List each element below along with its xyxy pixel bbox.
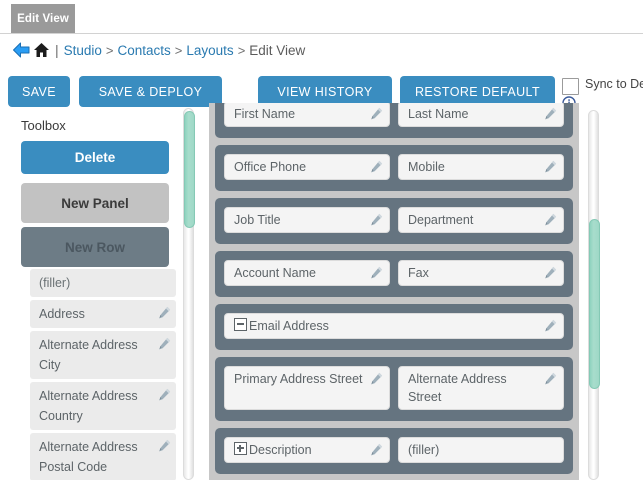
layout-field-label: Description <box>249 443 312 457</box>
canvas-scrollbar[interactable] <box>588 110 600 480</box>
edit-pencil-icon[interactable] <box>544 319 557 332</box>
toolbox-scrollbar[interactable] <box>183 108 195 480</box>
edit-pencil-icon[interactable] <box>544 107 557 120</box>
tab-strip: Edit View <box>0 0 643 34</box>
layout-field-cell[interactable]: Description <box>224 437 390 463</box>
breadcrumb-item-layouts[interactable]: Layouts <box>186 43 233 58</box>
layout-row-panel[interactable]: Office Phone Mobile <box>215 145 573 191</box>
layout-row-panel[interactable]: Description (filler) <box>215 428 573 474</box>
edit-pencil-icon[interactable] <box>370 107 383 120</box>
breadcrumb-divider: | <box>55 42 59 58</box>
layout-field-label: (filler) <box>408 443 440 457</box>
layout-field-cell[interactable]: (filler) <box>398 437 564 463</box>
breadcrumb-item-current: Edit View <box>249 42 306 58</box>
layout-row-panel[interactable]: First Name Last Name <box>215 103 573 138</box>
layout-field-label: Alternate Address Street <box>408 372 507 404</box>
list-item[interactable]: Address <box>30 300 176 328</box>
layout-field-cell[interactable]: Office Phone <box>224 154 390 180</box>
edit-pencil-icon[interactable] <box>544 213 557 226</box>
layout-field-cell[interactable]: Account Name <box>224 260 390 286</box>
layout-row-panel[interactable]: Email Address <box>215 304 573 350</box>
toolbox-scrollbar-thumb[interactable] <box>184 111 195 228</box>
new-row-button[interactable]: New Row <box>21 227 169 267</box>
edit-pencil-icon[interactable] <box>544 266 557 279</box>
layout-row: Office Phone Mobile <box>224 154 564 180</box>
breadcrumb-separator-1: > <box>105 42 114 58</box>
layout-field-label: Mobile <box>408 160 445 174</box>
save-and-deploy-button[interactable]: SAVE & DEPLOY <box>79 76 222 107</box>
list-item-label: Alternate Address Country <box>39 389 138 423</box>
edit-pencil-icon[interactable] <box>370 213 383 226</box>
layout-field-label: Email Address <box>249 319 329 333</box>
list-item[interactable]: (filler) <box>30 269 176 297</box>
save-button[interactable]: SAVE <box>8 76 70 107</box>
sync-to-detail-checkbox[interactable] <box>562 78 579 95</box>
layout-field-label: Department <box>408 213 474 227</box>
layout-field-cell[interactable]: Alternate Address Street <box>398 366 564 410</box>
layout-field-cell[interactable]: Email Address <box>224 313 564 339</box>
layout-row-panel[interactable]: Account Name Fax <box>215 251 573 297</box>
layout-field-cell[interactable]: Mobile <box>398 154 564 180</box>
app-root: Edit View | Studio > Contacts > Layouts … <box>0 0 643 500</box>
breadcrumb-item-contacts[interactable]: Contacts <box>118 43 171 58</box>
breadcrumb-separator-2: > <box>174 42 183 58</box>
layout-field-cell[interactable]: First Name <box>224 103 390 127</box>
home-icon[interactable] <box>33 42 50 58</box>
list-item-label: (filler) <box>39 276 71 290</box>
layout-row-panel[interactable]: Primary Address Street Alternate Address … <box>215 357 573 421</box>
breadcrumb-separator-3: > <box>237 42 246 58</box>
layout-field-label: Account Name <box>234 266 316 280</box>
breadcrumb-item-studio[interactable]: Studio <box>64 43 102 58</box>
layout-field-cell[interactable]: Fax <box>398 260 564 286</box>
layout-field-label: Office Phone <box>234 160 307 174</box>
layout-field-label: Fax <box>408 266 429 280</box>
list-item[interactable]: Alternate Address City <box>30 331 176 379</box>
toolbox-field-list[interactable]: (filler) Address Alternate Address City Alt… <box>30 269 176 480</box>
sync-to-detail-control: Sync to Det <box>562 77 643 95</box>
sync-to-detail-label: Sync to Det <box>585 77 643 91</box>
layout-row: Email Address <box>224 313 564 339</box>
canvas-scrollbar-thumb[interactable] <box>589 219 600 389</box>
edit-pencil-icon[interactable] <box>544 372 557 385</box>
layout-row: First Name Last Name <box>224 103 564 127</box>
layout-field-cell[interactable]: Last Name <box>398 103 564 127</box>
layout-field-label: Last Name <box>408 107 469 121</box>
edit-pencil-icon[interactable] <box>158 387 171 401</box>
edit-pencil-icon[interactable] <box>370 160 383 173</box>
tab-edit-view[interactable]: Edit View <box>11 4 75 33</box>
layout-row: Account Name Fax <box>224 260 564 286</box>
edit-pencil-icon[interactable] <box>544 160 557 173</box>
new-panel-button[interactable]: New Panel <box>21 183 169 223</box>
layout-canvas[interactable]: First Name Last Name Office Phone Mobile Job… <box>209 103 579 480</box>
layout-field-cell[interactable]: Department <box>398 207 564 233</box>
list-item-label: Alternate Address Postal Code <box>39 440 138 474</box>
layout-row: Description (filler) <box>224 437 564 463</box>
layout-field-cell[interactable]: Primary Address Street <box>224 366 390 410</box>
layout-field-label: Job Title <box>234 213 281 227</box>
layout-field-label: First Name <box>234 107 296 121</box>
edit-pencil-icon[interactable] <box>158 305 171 319</box>
list-item-label: Alternate Address City <box>39 338 138 372</box>
delete-button[interactable]: Delete <box>21 141 169 174</box>
edit-pencil-icon[interactable] <box>158 336 171 350</box>
collapse-minus-icon[interactable] <box>234 318 247 331</box>
layout-row: Job Title Department <box>224 207 564 233</box>
edit-pencil-icon[interactable] <box>370 372 383 385</box>
edit-pencil-icon[interactable] <box>158 438 171 452</box>
edit-pencil-icon[interactable] <box>370 266 383 279</box>
list-item[interactable]: Alternate Address Country <box>30 382 176 430</box>
layout-row: Primary Address Street Alternate Address … <box>224 366 564 410</box>
toolbox-title: Toolbox <box>21 118 66 133</box>
breadcrumb: | Studio > Contacts > Layouts > Edit Vie… <box>12 39 305 61</box>
list-item-label: Address <box>39 307 85 321</box>
edit-pencil-icon[interactable] <box>370 443 383 456</box>
expand-plus-icon[interactable] <box>234 442 247 455</box>
layout-field-label: Primary Address Street <box>234 372 363 386</box>
list-item[interactable]: Alternate Address Postal Code <box>30 433 176 480</box>
layout-row-panel[interactable]: Job Title Department <box>215 198 573 244</box>
layout-field-cell[interactable]: Job Title <box>224 207 390 233</box>
back-arrow-icon[interactable] <box>12 42 31 58</box>
